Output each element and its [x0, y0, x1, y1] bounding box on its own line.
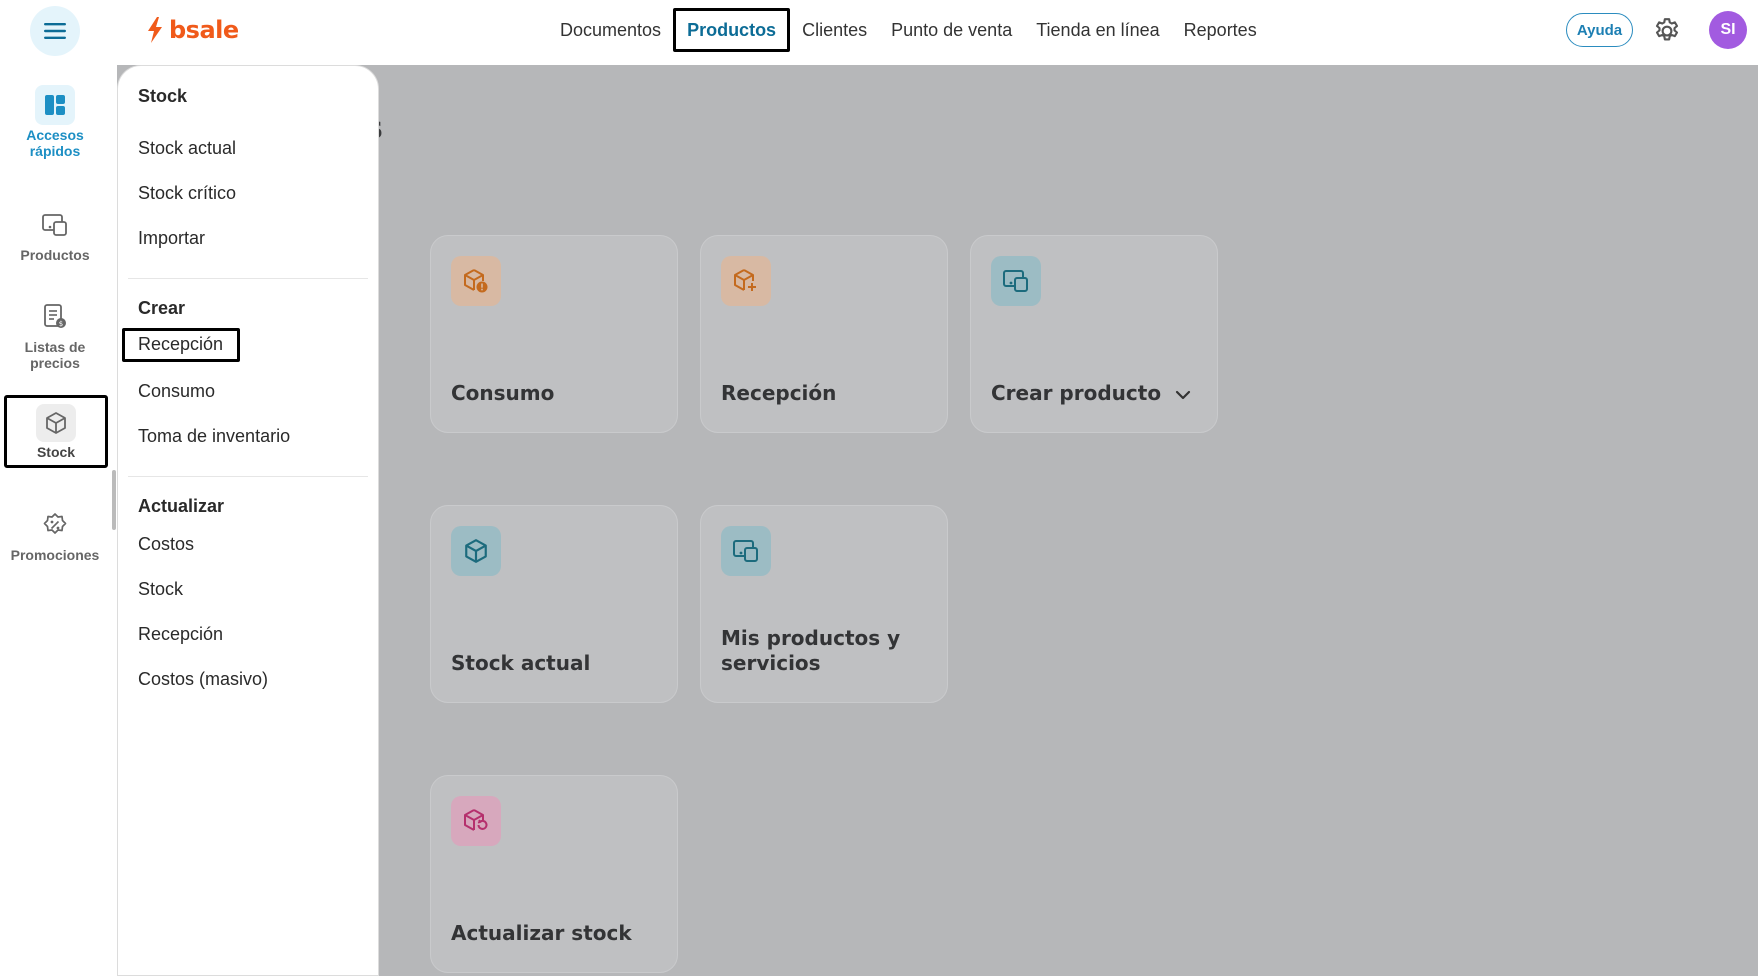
- sidebar-item-promociones[interactable]: Promociones: [0, 505, 110, 563]
- card-title: Consumo: [451, 381, 555, 405]
- menu-item-crear-recepcion[interactable]: Recepción: [122, 328, 241, 362]
- card-title: Stock actual: [451, 651, 591, 675]
- flyout-section-actualizar: Actualizar: [138, 496, 225, 516]
- nav-productos[interactable]: Productos: [673, 8, 791, 52]
- box-plus-icon: [721, 256, 771, 306]
- box-icon: [451, 526, 501, 576]
- divider: [128, 476, 368, 477]
- sidebar: Accesos rápidos Productos $ Listas de pr…: [0, 65, 117, 976]
- sidebar-item-listas-de-precios[interactable]: $ Listas de precios: [0, 297, 110, 371]
- sidebar-item-accesos-rapidos[interactable]: Accesos rápidos: [0, 85, 110, 159]
- nav-tienda-en-linea[interactable]: Tienda en línea: [1024, 9, 1171, 51]
- quick-access-card-actualizar-stock[interactable]: Actualizar stock: [430, 775, 678, 973]
- sidebar-item-label: Promociones: [10, 547, 100, 563]
- sidebar-item-stock[interactable]: Stock: [4, 395, 108, 468]
- nav-clientes[interactable]: Clientes: [790, 9, 879, 51]
- menu-item-costos[interactable]: Costos: [138, 534, 194, 555]
- top-navigation: Documentos Productos Clientes Punto de v…: [548, 0, 1269, 60]
- box-icon: [36, 403, 76, 442]
- chevron-down-icon[interactable]: [1175, 390, 1191, 400]
- menu-item-consumo[interactable]: Consumo: [138, 381, 215, 402]
- user-avatar[interactable]: SI: [1709, 11, 1747, 49]
- card-title: Mis productos y servicios: [721, 626, 901, 675]
- quick-access-card-stock-actual[interactable]: Stock actual: [430, 505, 678, 703]
- promo-icon: [35, 505, 75, 545]
- help-button[interactable]: Ayuda: [1566, 13, 1633, 47]
- top-bar: bsale Documentos Productos Clientes Punt…: [0, 0, 1758, 65]
- sidebar-item-label: Stock: [36, 443, 76, 460]
- stock-flyout-menu: Stock Stock actual Stock crítico Importa…: [117, 65, 379, 976]
- products-icon: [991, 256, 1041, 306]
- menu-item-actualizar-stock[interactable]: Stock: [138, 579, 183, 600]
- nav-documentos[interactable]: Documentos: [548, 9, 673, 51]
- menu-item-toma-de-inventario[interactable]: Toma de inventario: [138, 426, 290, 447]
- menu-item-actualizar-recepcion[interactable]: Recepción: [138, 624, 223, 645]
- logo-text: bsale: [169, 16, 239, 44]
- box-alert-icon: [451, 256, 501, 306]
- sidebar-item-label: Accesos rápidos: [26, 127, 84, 159]
- price-list-icon: $: [35, 297, 75, 337]
- sidebar-item-label: Listas de precios: [24, 339, 86, 371]
- hamburger-icon: [44, 23, 66, 39]
- box-refresh-icon: [451, 796, 501, 846]
- menu-item-importar[interactable]: Importar: [138, 228, 205, 249]
- nav-reportes[interactable]: Reportes: [1172, 9, 1269, 51]
- flyout-section-crear: Crear: [138, 298, 186, 318]
- quick-access-card-mis-productos[interactable]: Mis productos y servicios: [700, 505, 948, 703]
- sidebar-item-label: Productos: [20, 247, 90, 263]
- dashboard-icon: [35, 85, 75, 125]
- card-title: Crear producto: [991, 381, 1162, 405]
- quick-access-card-crear-producto[interactable]: Crear producto: [970, 235, 1218, 433]
- hamburger-menu-button[interactable]: [30, 6, 80, 56]
- svg-text:$: $: [59, 320, 63, 328]
- flyout-section-stock: Stock: [138, 86, 188, 106]
- menu-item-stock-actual[interactable]: Stock actual: [138, 138, 236, 159]
- card-title: Recepción: [721, 381, 837, 405]
- menu-item-stock-critico[interactable]: Stock crítico: [138, 183, 236, 204]
- products-icon: [35, 205, 75, 245]
- bolt-icon: [148, 17, 162, 43]
- products-icon: [721, 526, 771, 576]
- gear-icon[interactable]: [1652, 16, 1682, 46]
- card-title: Actualizar stock: [451, 921, 632, 945]
- menu-item-costos-masivo[interactable]: Costos (masivo): [138, 669, 268, 690]
- sidebar-scrollbar[interactable]: [112, 470, 116, 530]
- sidebar-item-productos[interactable]: Productos: [0, 205, 110, 263]
- nav-punto-de-venta[interactable]: Punto de venta: [879, 9, 1024, 51]
- quick-access-card-consumo[interactable]: Consumo: [430, 235, 678, 433]
- bsale-logo[interactable]: bsale: [145, 14, 239, 46]
- divider: [128, 278, 368, 279]
- quick-access-card-recepcion[interactable]: Recepción: [700, 235, 948, 433]
